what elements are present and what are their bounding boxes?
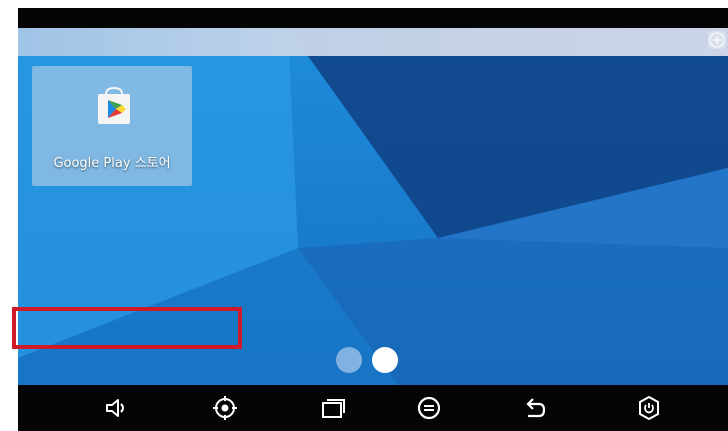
left-margin (0, 0, 18, 431)
power-icon (639, 395, 659, 421)
screenshot-button[interactable] (212, 395, 238, 421)
notification-strip (18, 28, 728, 56)
app-label: Google Play 스토어 (53, 156, 171, 171)
navigation-bar (18, 385, 728, 431)
volume-button[interactable] (104, 395, 130, 421)
page-dot-1[interactable] (336, 347, 362, 373)
page-indicator (336, 347, 406, 373)
recent-apps-button[interactable] (320, 395, 346, 421)
status-bar (18, 8, 728, 28)
tablet-screenshot: Google Play 스토어 (0, 0, 728, 431)
highlight-box (12, 307, 242, 349)
play-store-icon (96, 86, 132, 126)
screenshot-icon (213, 396, 237, 420)
home-icon (417, 396, 441, 420)
back-icon (526, 398, 546, 418)
add-widget-button[interactable] (708, 31, 726, 49)
home-button[interactable] (416, 395, 442, 421)
plus-icon (709, 32, 725, 48)
volume-icon (106, 399, 124, 417)
page-dot-2-active[interactable] (372, 347, 398, 373)
play-store-bag-graphic (98, 86, 130, 124)
power-button[interactable] (636, 395, 662, 421)
recent-apps-icon (322, 399, 345, 418)
back-button[interactable] (522, 395, 548, 421)
app-shortcut-google-play[interactable]: Google Play 스토어 (32, 66, 192, 186)
